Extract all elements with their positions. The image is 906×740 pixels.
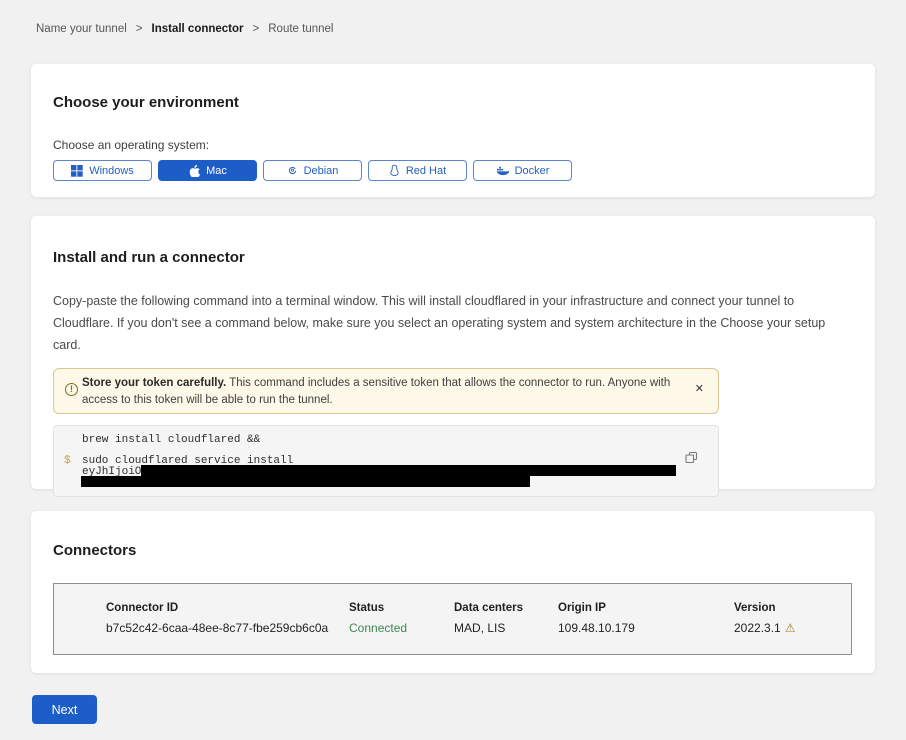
close-icon[interactable]: ✕ — [695, 384, 704, 395]
os-button-group: Windows Mac Debian — [53, 160, 853, 181]
breadcrumb-step-name-tunnel[interactable]: Name your tunnel — [36, 23, 127, 35]
info-circle-icon: ! — [65, 383, 78, 396]
column-version: Version 2022.3.1 ⚠ — [734, 602, 851, 654]
alert-text: Store your token carefully. This command… — [82, 375, 682, 409]
status-badge: Connected — [349, 621, 454, 635]
install-card-title: Install and run a connector — [53, 249, 853, 266]
os-select-label: Choose an operating system: — [53, 138, 853, 152]
data-centers-value: MAD, LIS — [454, 621, 558, 635]
install-connector-card: Install and run a connector Copy-paste t… — [31, 216, 875, 489]
breadcrumb-separator: > — [253, 23, 260, 35]
os-button-label: Debian — [304, 165, 339, 177]
breadcrumb: Name your tunnel > Install connector > R… — [0, 0, 906, 35]
os-button-redhat[interactable]: Red Hat — [368, 160, 467, 181]
os-button-debian[interactable]: Debian — [263, 160, 362, 181]
code-line-brew: brew install cloudflared && — [82, 435, 260, 446]
breadcrumb-separator: > — [136, 23, 143, 35]
token-warning-alert: ! Store your token carefully. This comma… — [53, 368, 719, 414]
os-button-docker[interactable]: Docker — [473, 160, 572, 181]
column-header: Version — [734, 602, 851, 614]
os-button-label: Red Hat — [406, 165, 446, 177]
os-button-label: Mac — [206, 165, 227, 177]
version-value: 2022.3.1 ⚠ — [734, 621, 851, 635]
version-number: 2022.3.1 — [734, 621, 781, 635]
breadcrumb-step-route-tunnel[interactable]: Route tunnel — [268, 23, 333, 35]
column-status: Status Connected — [349, 602, 454, 654]
main-content: Choose your environment Choose an operat… — [31, 64, 875, 673]
copy-icon[interactable] — [685, 451, 698, 467]
environment-card: Choose your environment Choose an operat… — [31, 64, 875, 197]
connector-id-value: b7c52c42-6caa-48ee-8c77-fbe259cb6c0a — [106, 621, 349, 635]
install-command-codeblock: $ brew install cloudflared && sudo cloud… — [53, 425, 719, 497]
redhat-icon — [389, 164, 400, 177]
shell-prompt: $ — [64, 456, 71, 467]
apple-icon — [188, 164, 200, 177]
install-description: Copy-paste the following command into a … — [53, 290, 853, 356]
footer: Next — [32, 695, 906, 724]
os-button-windows[interactable]: Windows — [53, 160, 152, 181]
os-button-label: Docker — [515, 165, 550, 177]
docker-icon — [496, 165, 509, 176]
windows-icon — [71, 165, 83, 177]
column-header: Status — [349, 602, 454, 614]
alert-title: Store your token carefully. — [82, 377, 226, 389]
column-header: Origin IP — [558, 602, 734, 614]
column-connector-id: Connector ID b7c52c42-6caa-48ee-8c77-fbe… — [106, 602, 349, 654]
column-header: Connector ID — [106, 602, 349, 614]
column-data-centers: Data centers MAD, LIS — [454, 602, 558, 654]
connectors-card-title: Connectors — [53, 542, 853, 559]
breadcrumb-step-install-connector: Install connector — [152, 23, 244, 35]
connectors-table: Connector ID b7c52c42-6caa-48ee-8c77-fbe… — [53, 583, 852, 655]
origin-ip-value: 109.48.10.179 — [558, 621, 734, 635]
redacted-token-bar — [81, 476, 530, 487]
os-button-mac[interactable]: Mac — [158, 160, 257, 181]
warning-triangle-icon: ⚠ — [785, 622, 796, 634]
redacted-token-bar — [141, 465, 676, 476]
os-button-label: Windows — [89, 165, 134, 177]
environment-card-title: Choose your environment — [53, 94, 853, 111]
column-header: Data centers — [454, 602, 558, 614]
connectors-card: Connectors Connector ID b7c52c42-6caa-48… — [31, 511, 875, 673]
column-origin-ip: Origin IP 109.48.10.179 — [558, 602, 734, 654]
next-button[interactable]: Next — [32, 695, 97, 724]
debian-icon — [287, 165, 298, 176]
